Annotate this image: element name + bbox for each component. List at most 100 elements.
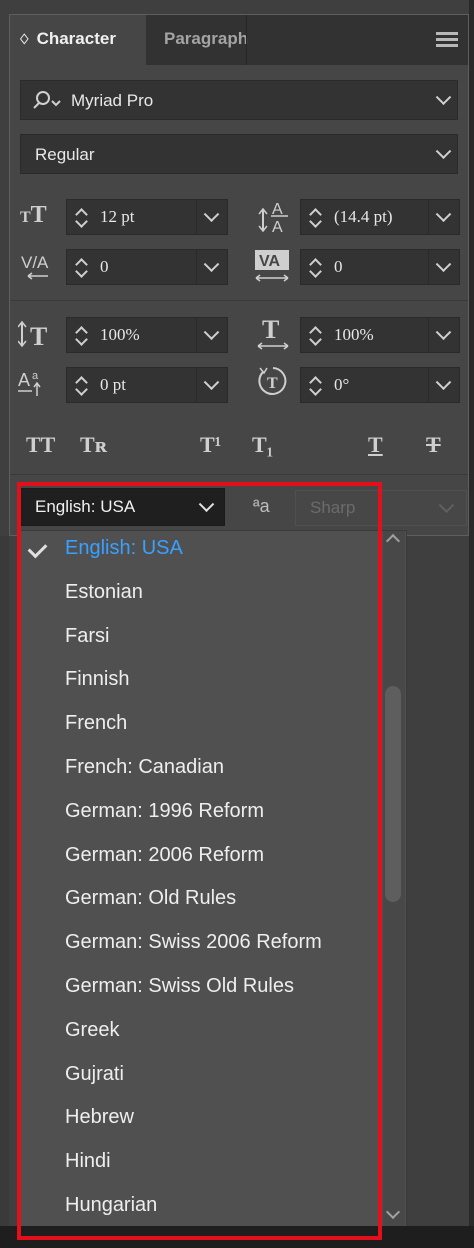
language-option[interactable]: French: Canadian: [65, 756, 224, 779]
kerning-icon: V/A: [21, 253, 49, 280]
rotation-field[interactable]: 0°: [300, 367, 460, 403]
svg-text:A: A: [18, 370, 30, 390]
font-family-select[interactable]: Myriad Pro: [20, 80, 458, 120]
chevron-down-icon[interactable]: [435, 143, 452, 160]
chevron-down-icon: [198, 496, 215, 513]
svg-text:T: T: [262, 315, 279, 344]
tab-character-label: Character: [36, 29, 116, 48]
svg-text:a: a: [32, 370, 39, 382]
language-option[interactable]: Farsi: [65, 625, 109, 648]
scrollbar-thumb[interactable]: [385, 686, 401, 902]
language-option[interactable]: German: 2006 Reform: [65, 844, 264, 867]
status-bar: [0, 1226, 474, 1248]
vertical-scale-field[interactable]: 100%: [66, 317, 228, 353]
chevron-down-icon: [435, 324, 452, 341]
language-option[interactable]: German: 1996 Reform: [65, 800, 264, 823]
leading-value: (14.4 pt): [334, 207, 393, 226]
svg-text:VA: VA: [259, 253, 280, 270]
language-option[interactable]: Hebrew: [65, 1106, 134, 1129]
canvas-edge: [0, 536, 9, 1226]
chevron-down-icon: [203, 206, 220, 223]
tracking-dropdown[interactable]: [428, 250, 459, 284]
kerning-dropdown[interactable]: [196, 250, 227, 284]
vertical-scale-icon: T: [18, 320, 47, 351]
chevron-down-icon: [203, 324, 220, 341]
chevron-down-icon: [435, 206, 452, 223]
strikethrough-button[interactable]: T: [426, 432, 441, 458]
vertical-scale-value: 100%: [100, 325, 140, 344]
baseline-shift-dropdown[interactable]: [196, 368, 227, 402]
leading-field[interactable]: (14.4 pt): [300, 199, 460, 235]
stepper-icon[interactable]: [308, 323, 322, 347]
rotation-icon: T: [258, 367, 287, 395]
subscript-button[interactable]: T₁: [252, 432, 273, 458]
stepper-icon[interactable]: [74, 205, 88, 229]
svg-text:T: T: [30, 322, 47, 351]
chevron-down-icon[interactable]: [435, 89, 452, 106]
font-family-value: Myriad Pro: [71, 91, 154, 110]
rotation-value: 0°: [334, 375, 350, 394]
language-option[interactable]: Gujrati: [65, 1063, 124, 1086]
leading-icon: A A: [258, 201, 288, 236]
panel-menu-icon[interactable]: [436, 32, 458, 48]
baseline-shift-field[interactable]: 0 pt: [66, 367, 228, 403]
svg-text:V/A: V/A: [21, 253, 49, 272]
tab-character[interactable]: ♢ Character: [10, 15, 146, 65]
font-style-select[interactable]: Regular: [20, 134, 458, 174]
small-caps-button[interactable]: Tʀ: [80, 432, 107, 458]
chevron-down-icon: [435, 256, 452, 273]
underline-button[interactable]: T: [368, 432, 383, 458]
language-option[interactable]: German: Swiss 2006 Reform: [65, 931, 322, 954]
stepper-icon[interactable]: [74, 323, 88, 347]
leading-dropdown[interactable]: [428, 200, 459, 234]
collapse-icon[interactable]: ♢: [18, 31, 31, 47]
stepper-icon[interactable]: [308, 205, 322, 229]
kerning-field[interactable]: 0: [66, 249, 228, 285]
language-option[interactable]: Hungarian: [65, 1194, 157, 1217]
language-option[interactable]: Greek: [65, 1019, 119, 1042]
chevron-down-icon: [203, 256, 220, 273]
stepper-icon[interactable]: [308, 373, 322, 397]
section-divider: [10, 300, 468, 301]
language-option[interactable]: English: USA: [65, 537, 183, 560]
language-option[interactable]: Estonian: [65, 581, 143, 604]
tracking-icon: VA: [255, 250, 289, 282]
window-edge: [469, 0, 474, 1248]
language-option[interactable]: Finnish: [65, 668, 129, 691]
all-caps-button[interactable]: TT: [26, 432, 55, 458]
tracking-field[interactable]: 0: [300, 249, 460, 285]
vertical-scale-dropdown[interactable]: [196, 318, 227, 352]
language-option[interactable]: Hindi: [65, 1150, 111, 1173]
horizontal-scale-value: 100%: [334, 325, 374, 344]
font-size-value: 12 pt: [100, 207, 135, 226]
svg-text:T: T: [267, 375, 278, 392]
language-option[interactable]: German: Old Rules: [65, 887, 236, 910]
language-option[interactable]: German: Swiss Old Rules: [65, 975, 294, 998]
font-size-icon: TT: [20, 202, 47, 228]
stepper-icon[interactable]: [74, 255, 88, 279]
chevron-down-icon: [203, 374, 220, 391]
stepper-icon[interactable]: [74, 373, 88, 397]
tab-paragraph[interactable]: Paragraph: [146, 15, 248, 65]
horizontal-scale-icon: T: [257, 315, 289, 350]
chevron-down-icon: [438, 497, 455, 514]
anti-aliasing-icon: ªa: [253, 496, 270, 516]
search-icon: [33, 91, 61, 109]
svg-text:A: A: [272, 219, 283, 236]
language-value: English: USA: [35, 497, 136, 516]
baseline-shift-icon: A a: [18, 370, 41, 396]
font-size-field[interactable]: 12 pt: [66, 199, 228, 235]
tracking-value: 0: [334, 257, 343, 276]
baseline-shift-value: 0 pt: [100, 375, 126, 394]
anti-aliasing-select: Sharp: [295, 490, 467, 526]
section-divider: [10, 474, 468, 475]
language-select[interactable]: English: USA: [20, 488, 225, 526]
horizontal-scale-dropdown[interactable]: [428, 318, 459, 352]
stepper-icon[interactable]: [308, 255, 322, 279]
chevron-down-icon: [435, 374, 452, 391]
superscript-button[interactable]: T¹: [200, 432, 221, 458]
rotation-dropdown[interactable]: [428, 368, 459, 402]
font-size-dropdown[interactable]: [196, 200, 227, 234]
language-option[interactable]: French: [65, 712, 127, 735]
horizontal-scale-field[interactable]: 100%: [300, 317, 460, 353]
